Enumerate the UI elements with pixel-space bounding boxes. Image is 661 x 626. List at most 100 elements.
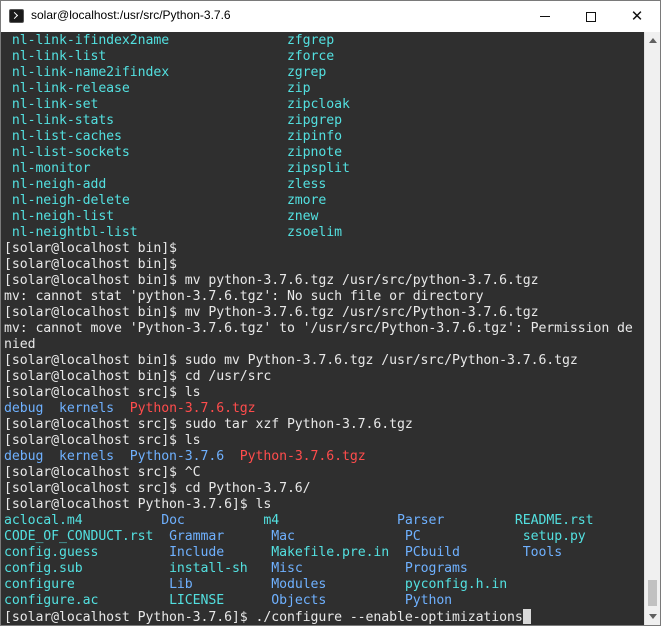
scroll-thumb[interactable] [648,580,657,606]
terminal-segment: configure [4,577,170,592]
terminal-icon[interactable] [9,9,24,23]
terminal-line: nl-link-stats zipgrep [4,113,633,129]
scroll-up-button[interactable] [645,32,661,49]
terminal-segment: PC [404,529,421,544]
terminal-line: configure Lib Modules pyconfig.h.in [4,577,633,593]
terminal-segment: PCbuild [404,545,460,560]
terminal-segment: Makefile.pre.in [224,545,405,560]
terminal-segment: m4 [184,513,398,528]
terminal-segment: [solar@localhost src]$ ls [4,433,201,448]
terminal-line: [solar@localhost bin]$ cd /usr/src [4,369,633,385]
terminal-segment: CODE_OF_CONDUCT.rst [4,529,170,544]
terminal-line: CODE_OF_CONDUCT.rst Grammar Mac PC setup… [4,529,633,545]
terminal-line: [solar@localhost bin]$ [4,241,633,257]
terminal-segment: Python [404,593,453,608]
terminal-line: [solar@localhost bin]$ mv Python-3.7.6.t… [4,305,633,321]
terminal-line: [solar@localhost src]$ sudo tar xzf Pyth… [4,417,633,433]
terminal-segment: Doc [161,513,185,528]
terminal-segment: [solar@localhost bin]$ cd /usr/src [4,369,272,384]
terminal-line: nl-neightbl-list zsoelim [4,225,633,241]
terminal-segment: Grammar [169,529,225,544]
terminal-segment: Modules [192,577,405,592]
terminal-segment: Python-3.7.6.tgz [129,401,256,416]
terminal-segment: Objects [224,593,405,608]
terminal-segment: nl-link-set zipcloak [4,97,350,112]
minimize-button[interactable] [522,1,568,32]
terminal-segment: [solar@localhost src]$ cd Python-3.7.6/ [4,481,311,496]
terminal-line: [solar@localhost Python-3.7.6]$ ./config… [4,609,633,625]
terminal-line: [solar@localhost src]$ cd Python-3.7.6/ [4,481,633,497]
terminal-segment: Mac [224,529,405,544]
window-title: solar@localhost:/usr/src/Python-3.7.6 [31,8,231,22]
close-button[interactable]: ✕ [614,1,660,32]
terminal-line: nl-neigh-delete zmore [4,193,633,209]
terminal-segment: Python-3.7.6.tgz [239,449,366,464]
terminal-segment: pyconfig.h.in [404,577,508,592]
terminal-line: debug kernels Python-3.7.6 Python-3.7.6.… [4,449,633,465]
terminal-segment: [solar@localhost Python-3.7.6]$ ls [4,497,272,512]
terminal-line: [solar@localhost src]$ ls [4,433,633,449]
terminal-segment: [solar@localhost src]$ ^C [4,465,201,480]
minimize-icon [540,16,550,17]
terminal-segment: configure.ac [4,593,170,608]
terminal-segment: [solar@localhost bin]$ [4,257,177,272]
maximize-button[interactable] [568,1,614,32]
terminal-line: config.guess Include Makefile.pre.in PCb… [4,545,633,561]
terminal-segment: [solar@localhost Python-3.7.6]$ ./config… [4,610,523,625]
terminal-segment: [solar@localhost bin]$ [4,241,177,256]
terminal-segment: config.guess [4,545,170,560]
terminal-line: aclocal.m4 Doc m4 Parser README.rst [4,513,633,529]
terminal-segment: README.rst [444,513,594,528]
terminal-line: nl-link-set zipcloak [4,97,633,113]
terminal-segment: nied [4,337,36,352]
terminal-segment: [solar@localhost bin]$ sudo mv Python-3.… [4,353,578,368]
vertical-scrollbar[interactable] [644,32,660,625]
terminal-segment: Lib [169,577,193,592]
terminal-segment: nl-list-caches zipinfo [4,129,342,144]
terminal-line: nied [4,337,633,353]
terminal-line: nl-neigh-add zless [4,177,633,193]
terminal-segment: Include [169,545,225,560]
terminal-segment: nl-link-release zip [4,81,311,96]
terminal-segment: nl-link-name2ifindex zgrep [4,65,327,80]
terminal-segment: [solar@localhost src]$ ls [4,385,201,400]
terminal-segment: debug kernels Python-3.7.6 [4,449,240,464]
terminal-window: solar@localhost:/usr/src/Python-3.7.6 ✕ … [0,0,661,626]
terminal-line: nl-neigh-list znew [4,209,633,225]
terminal-segment: nl-neigh-add zless [4,177,327,192]
terminal-output[interactable]: nl-link-ifindex2name zfgrep nl-link-list… [1,32,644,625]
terminal-line: mv: cannot move 'Python-3.7.6.tgz' to '/… [4,321,633,337]
terminal-segment: install-sh [169,561,248,576]
terminal-line: [solar@localhost bin]$ [4,257,633,273]
terminal-line: configure.ac LICENSE Objects Python [4,593,633,609]
terminal-segment: mv: cannot move 'Python-3.7.6.tgz' to '/… [4,321,633,336]
terminal-line: [solar@localhost bin]$ mv python-3.7.6.t… [4,273,633,289]
terminal-segment: aclocal.m4 [4,513,162,528]
terminal-segment: LICENSE [169,593,225,608]
scroll-down-button[interactable] [645,608,661,625]
terminal-line: [solar@localhost src]$ ^C [4,465,633,481]
title-bar[interactable]: solar@localhost:/usr/src/Python-3.7.6 ✕ [1,1,660,32]
terminal-segment: Parser [397,513,445,528]
terminal-line: nl-list-sockets zipnote [4,145,633,161]
close-icon: ✕ [630,7,644,25]
terminal-line: nl-list-caches zipinfo [4,129,633,145]
maximize-icon [586,11,596,22]
terminal-line: debug kernels Python-3.7.6.tgz [4,401,633,417]
terminal-segment: setup.py [420,529,586,544]
terminal-line: nl-link-release zip [4,81,633,97]
terminal-line: [solar@localhost bin]$ sudo mv Python-3.… [4,353,633,369]
terminal-line: mv: cannot stat 'python-3.7.6.tgz': No s… [4,289,633,305]
terminal-segment: debug kernels [4,401,130,416]
terminal-segment: nl-neigh-delete zmore [4,193,327,208]
terminal-line: nl-monitor zipsplit [4,161,633,177]
terminal-text: nl-link-ifindex2name zfgrep nl-link-list… [4,33,633,625]
terminal-segment: [solar@localhost bin]$ mv Python-3.7.6.t… [4,305,539,320]
arrow-down-icon [649,614,657,619]
terminal-segment: [solar@localhost bin]$ mv python-3.7.6.t… [4,273,539,288]
terminal-segment: Programs [404,561,468,576]
terminal-line: config.sub install-sh Misc Programs [4,561,633,577]
terminal-segment: nl-link-ifindex2name zfgrep [4,33,335,48]
terminal-segment: nl-list-sockets zipnote [4,145,342,160]
terminal-line: nl-link-list zforce [4,49,633,65]
